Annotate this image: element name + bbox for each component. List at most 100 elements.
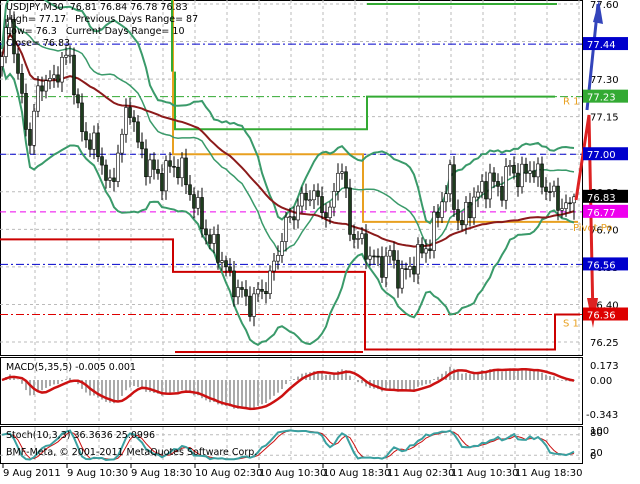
candle-bull (560, 208, 564, 211)
candle-bear (304, 192, 308, 201)
candle-bear (56, 74, 60, 83)
candle-bear (452, 164, 456, 210)
candle-bull (444, 193, 448, 203)
candle-bear (412, 266, 416, 275)
candle-bull (64, 54, 68, 58)
candle-bear (396, 259, 400, 289)
copyright-label: BMF-Meta, © 2001-2011 MetaQuotes Softwar… (6, 447, 258, 458)
candle-bear (468, 202, 472, 219)
candle-bear (112, 177, 116, 182)
candle-bear (348, 187, 352, 235)
candle-bear (208, 234, 212, 244)
candle-bear (172, 166, 176, 168)
price-tick-label: 77.60 (590, 0, 619, 11)
candle-bull (52, 74, 56, 79)
candle-bear (128, 107, 132, 118)
candle-bull (332, 191, 336, 208)
candle-bull (252, 293, 256, 317)
candle-bear (568, 202, 572, 205)
candle-bear (516, 172, 520, 188)
price-level-label: 76.77 (587, 208, 616, 219)
candle-bull (116, 152, 120, 182)
stoch-tick-label: 80 (590, 428, 603, 439)
candle-bear (532, 170, 536, 178)
price-level-label: 77.23 (587, 93, 616, 104)
candle-bear (232, 270, 236, 298)
candle-bull (312, 190, 316, 201)
candle-bear (460, 220, 464, 226)
time-tick-label: 9 Aug 18:30 (131, 468, 192, 479)
candle-bear (168, 160, 172, 167)
candle-bull (520, 163, 524, 188)
candle-bear (88, 139, 92, 150)
stoch-label: Stoch(10,3,3) 36.3636 25.0996 (6, 430, 156, 441)
candle-bear (188, 184, 192, 195)
candle-bear (76, 94, 80, 104)
candle-bull (368, 255, 372, 260)
candle-bear (28, 129, 32, 146)
candle-bull (48, 78, 52, 81)
candle-bull (180, 157, 184, 179)
candle-bull (164, 160, 168, 192)
price-level-label: 76.56 (587, 260, 616, 271)
candle-bull (108, 177, 112, 181)
candle-bull (288, 216, 292, 218)
candle-bull (148, 159, 152, 178)
candle-bull (0, 56, 4, 67)
macd-label: MACD(5,35,5) -0.005 0.001 (6, 362, 136, 373)
candle-bull (272, 260, 276, 272)
chart-window: 77.6077.4577.3077.1577.0076.8576.7076.55… (0, 0, 640, 480)
symbol-ohlc-label: USDJPY,M30 76.81 76.84 76.78 76.83 (6, 2, 188, 13)
candle-bear (524, 163, 528, 174)
candle-bear (380, 256, 384, 278)
candle-bull (564, 202, 568, 209)
candle-bear (404, 268, 408, 270)
price-level-label: 77.00 (587, 150, 616, 161)
candle-bear (96, 132, 100, 157)
candle-bear (204, 228, 208, 236)
candle-bear (316, 190, 320, 197)
chart-canvas[interactable]: 77.6077.4577.3077.1577.0076.8576.7076.55… (0, 0, 640, 480)
moving-average (1, 32, 575, 248)
stoch-tick-label: 0 (590, 451, 596, 462)
candle-bull (360, 233, 364, 239)
candle-bear (428, 248, 432, 251)
price-tick-label: 77.15 (590, 113, 619, 124)
candle-bull (120, 133, 124, 154)
candle-bull (296, 205, 300, 221)
candle-bull (504, 166, 508, 201)
candle-bull (300, 192, 304, 207)
candle-bull (552, 185, 556, 192)
candle-bear (324, 212, 328, 218)
candle-bear (152, 159, 156, 170)
bollinger-mid-upper (1, 18, 575, 254)
candle-bear (344, 171, 348, 189)
candle-bull (212, 234, 216, 244)
candle-bear (20, 73, 24, 94)
candle-bull (44, 80, 48, 92)
s1-marker: S 1 (563, 318, 579, 329)
candle-bear (240, 287, 244, 290)
candle-bull (328, 206, 332, 218)
candle-bull (384, 255, 388, 278)
candle-bear (72, 54, 76, 96)
candle-bull (124, 107, 128, 135)
candle-bear (364, 233, 368, 260)
candle-bear (436, 211, 440, 218)
price-level-label: 76.36 (587, 310, 616, 321)
candle-bull (424, 248, 428, 254)
candle-bear (140, 141, 144, 150)
s1-line (0, 238, 580, 351)
candle-bull (488, 172, 492, 200)
low-range-label: Low= 76.3 Current Days Range= 10 (6, 26, 185, 37)
candle-bear (264, 291, 268, 295)
candle-bull (196, 197, 200, 209)
candle-bear (352, 234, 356, 240)
candle-bear (200, 197, 204, 230)
r1-marker: R 1 (563, 97, 580, 108)
candle-bull (440, 201, 444, 218)
candle-bear (176, 166, 180, 179)
high-range-label: High= 77.17 Previous Days Range= 87 (6, 14, 199, 25)
candle-bull (476, 191, 480, 198)
candle-bull (336, 172, 340, 192)
